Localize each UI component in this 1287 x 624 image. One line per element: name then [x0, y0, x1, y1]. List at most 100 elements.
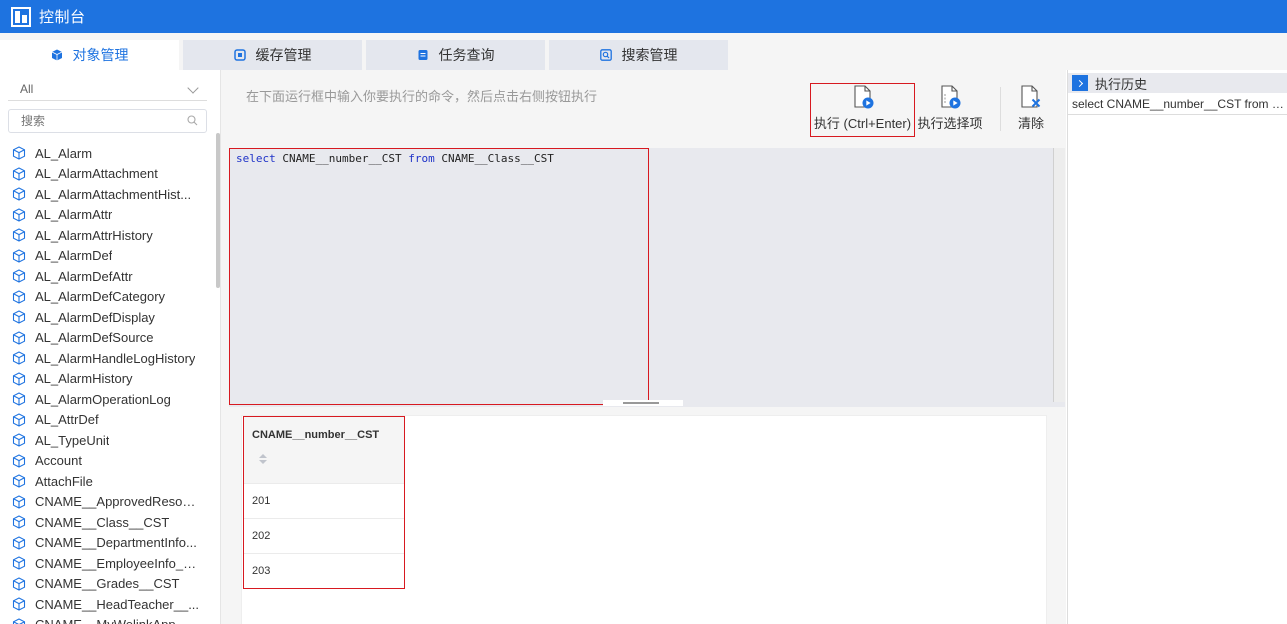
tree-item[interactable]: AL_AlarmDefCategory [0, 287, 214, 308]
tree-item[interactable]: AttachFile [0, 471, 214, 492]
run-selected-label: 执行选择项 [917, 116, 983, 131]
sql-text: CNAME__Class__CST [434, 152, 554, 165]
tree-item[interactable]: AL_AlarmDef [0, 246, 214, 267]
tree-item[interactable]: CNAME__ApprovedResou... [0, 492, 214, 513]
tree-item-label: AL_AlarmAttachment [35, 166, 158, 182]
result-row[interactable]: 203 [244, 553, 404, 588]
editor-right-pane[interactable] [654, 148, 1054, 400]
tree-item[interactable]: AL_AlarmDefAttr [0, 266, 214, 287]
tab-label: 搜索管理 [621, 47, 678, 63]
sql-text: CNAME__number__CST [275, 152, 409, 165]
tree-item[interactable]: AL_AlarmOperationLog [0, 389, 214, 410]
cube-icon [12, 413, 26, 427]
history-title: 执行历史 [1095, 76, 1148, 92]
tree-item-label: AL_AlarmHandleLogHistory [35, 350, 196, 366]
tree-item-label: CNAME__MyWelinkApp... [35, 617, 186, 624]
tree-item[interactable]: AL_AlarmAttachment [0, 164, 214, 185]
run-label: 执行 (Ctrl+Enter) [813, 116, 912, 131]
clear-label: 清除 [1017, 116, 1044, 131]
console-hint: 在下面运行框中输入你要执行的命令，然后点击右侧按钮执行 [246, 89, 598, 104]
result-column-header[interactable]: CNAME__number__CST [244, 417, 404, 483]
cube-icon [12, 392, 26, 406]
tree-item[interactable]: AL_AlarmAttrHistory [0, 225, 214, 246]
tree-item-label: AL_Alarm [35, 145, 93, 161]
sort-icon[interactable] [258, 453, 268, 465]
tree-item[interactable]: CNAME__Grades__CST [0, 574, 214, 595]
tab-object-management[interactable]: 对象管理 [0, 40, 179, 70]
tab-cache-management[interactable]: 缓存管理 [183, 40, 362, 70]
tree-item[interactable]: AL_AlarmAttr [0, 205, 214, 226]
object-search-input[interactable] [21, 110, 191, 132]
tab-search-management[interactable]: 搜索管理 [549, 40, 728, 70]
tree-item[interactable]: AL_AlarmHandleLogHistory [0, 348, 214, 369]
tree-item[interactable]: CNAME__DepartmentInfo... [0, 533, 214, 554]
tree-item[interactable]: AL_AlarmHistory [0, 369, 214, 390]
tree-item[interactable]: AL_AlarmDefDisplay [0, 307, 214, 328]
tree-item[interactable]: CNAME__EmployeeInfo__... [0, 553, 214, 574]
cube-icon [12, 290, 26, 304]
tree-item-label: CNAME__DepartmentInfo... [35, 535, 197, 551]
clear-icon [1021, 85, 1041, 108]
tab-task-query[interactable]: 任务查询 [366, 40, 545, 70]
editor-resize-handle[interactable] [603, 400, 683, 406]
tree-item-label: AL_AlarmDefCategory [35, 289, 166, 305]
top-bar: 控制台 [0, 0, 1287, 33]
cube-icon [12, 474, 26, 488]
cube-icon [51, 49, 63, 61]
clear-button[interactable]: 清除 [1016, 83, 1046, 137]
result-row[interactable]: 201 [244, 483, 404, 518]
history-item[interactable]: select CNAME__number__CST from CNAME__Cl… [1068, 94, 1287, 115]
object-tree: AL_Alarm AL_AlarmAttachment AL_AlarmAttach… [0, 143, 214, 624]
result-row[interactable]: 202 [244, 518, 404, 553]
cube-icon [12, 433, 26, 447]
task-icon [417, 49, 429, 61]
tree-item-label: AL_AlarmOperationLog [35, 391, 171, 407]
tree-item-label: AL_AlarmHistory [35, 371, 133, 387]
tab-bar: 对象管理 缓存管理 任务查询 搜索管理 [0, 33, 1287, 70]
tree-item[interactable]: AL_AlarmAttachmentHist... [0, 184, 214, 205]
toolbar-divider [1000, 87, 1001, 131]
tree-item-label: AL_AlarmDefSource [35, 330, 154, 346]
chevron-down-icon [187, 82, 199, 94]
search-manage-icon [599, 49, 612, 61]
cube-icon [12, 146, 26, 160]
tree-item[interactable]: AL_Alarm [0, 143, 214, 164]
run-button[interactable]: 执行 (Ctrl+Enter) [810, 83, 915, 137]
tree-item-label: CNAME__HeadTeacher__... [35, 596, 200, 612]
cube-icon [12, 208, 26, 222]
tree-item[interactable]: AL_AttrDef [0, 410, 214, 431]
sidebar-scrollbar[interactable] [216, 133, 220, 288]
cube-icon [12, 372, 26, 386]
cube-icon [12, 495, 26, 509]
app-logo-icon [11, 6, 31, 27]
tree-item-label: AL_AlarmDefAttr [35, 268, 133, 284]
cube-icon [12, 577, 26, 591]
tree-item-label: Account [35, 453, 82, 469]
sql-editor[interactable]: select CNAME__number__CST from CNAME__Cl… [229, 148, 649, 405]
tree-item[interactable]: CNAME__Class__CST [0, 512, 214, 533]
object-filter-value: All [20, 82, 34, 96]
tree-item-label: CNAME__EmployeeInfo__... [35, 555, 200, 571]
cube-icon [12, 597, 26, 611]
cube-icon [12, 556, 26, 570]
object-filter-select[interactable]: All [8, 79, 207, 101]
search-icon [187, 115, 198, 126]
tree-item[interactable]: CNAME__MyWelinkApp... [0, 615, 214, 624]
result-table: CNAME__number__CST 201 202 203 [243, 416, 405, 589]
tree-item-label: AL_AttrDef [35, 412, 99, 428]
cache-icon [233, 49, 246, 61]
history-toggle-button[interactable] [1072, 75, 1088, 91]
tree-item[interactable]: Account [0, 451, 214, 472]
tab-label: 任务查询 [438, 47, 495, 63]
tree-item[interactable]: CNAME__HeadTeacher__... [0, 594, 214, 615]
tree-item-label: AL_AlarmAttachmentHist... [35, 186, 192, 202]
tree-item-label: CNAME__ApprovedResou... [35, 494, 200, 510]
cube-icon [12, 536, 26, 550]
editor-scrollbar[interactable] [1053, 148, 1065, 402]
run-selected-button[interactable]: 执行选择项 [917, 83, 983, 137]
cube-icon [12, 228, 26, 242]
tree-item[interactable]: AL_TypeUnit [0, 430, 214, 451]
object-search-box[interactable] [8, 109, 207, 133]
cube-icon [12, 249, 26, 263]
tree-item[interactable]: AL_AlarmDefSource [0, 328, 214, 349]
